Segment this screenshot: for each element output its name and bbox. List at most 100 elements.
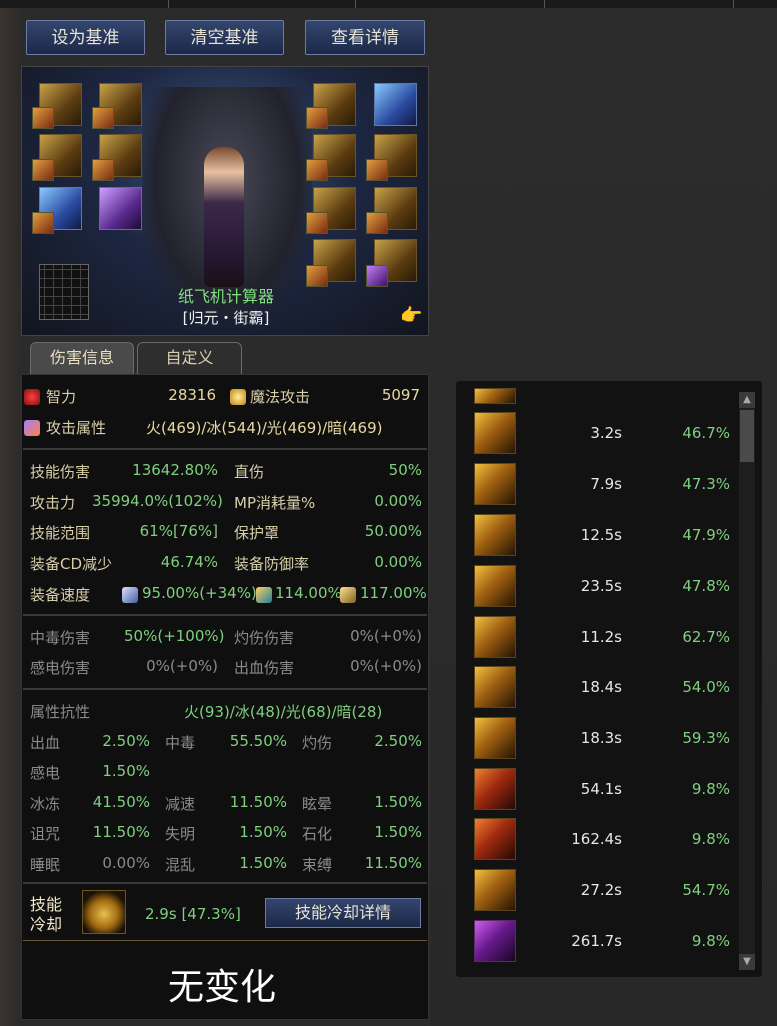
- divider: [23, 882, 427, 884]
- curse-resist-value: 11.50%: [92, 823, 150, 841]
- cooldown-value: 2.9s [47.3%]: [145, 905, 241, 923]
- burn-damage-value: 0%(+0%): [350, 627, 422, 645]
- enchant-icon: [32, 212, 54, 234]
- blind-resist-value: 1.50%: [239, 823, 287, 841]
- slash-skill-icon: [474, 412, 516, 454]
- skill-cooldown-time: 7.9s: [590, 475, 622, 493]
- bleed-damage-label: 出血伤害: [234, 659, 295, 677]
- shock-damage-label: 感电伤害: [30, 659, 91, 677]
- tab-damage-info[interactable]: 伤害信息: [30, 342, 134, 374]
- skill-cooldown-percent: 47.8%: [682, 577, 730, 595]
- character-avatar: [204, 147, 244, 287]
- bleed-resist-value: 2.50%: [102, 732, 150, 750]
- shock-resist-value: 1.50%: [102, 762, 150, 780]
- equipment-slot-pet[interactable]: [374, 83, 417, 126]
- mp-cost-value: 0.00%: [374, 492, 422, 510]
- skill-cooldown-time: 54.1s: [580, 780, 622, 798]
- enchant-icon: [306, 107, 328, 129]
- intelligence-value: 28316: [168, 386, 216, 404]
- skill-cooldown-time: 261.7s: [571, 932, 622, 950]
- move-speed-icon: [340, 587, 356, 603]
- poison-damage-value: 50%(+100%): [124, 627, 225, 645]
- crown-ring-skill-icon: [474, 514, 516, 556]
- skill-cooldown-percent: 54.0%: [682, 678, 730, 696]
- magic-attack-value: 5097: [381, 386, 420, 404]
- freeze-resist-label: 冰冻: [30, 795, 61, 813]
- shield-value: 50.00%: [364, 522, 422, 540]
- view-details-button[interactable]: 查看详情: [305, 20, 425, 55]
- vortex-skill-icon: [474, 717, 516, 759]
- scroll-down-arrow-icon[interactable]: ▼: [739, 954, 755, 970]
- attack-speed-value: 95.00%(+34%): [142, 584, 257, 602]
- flame-skill-icon: [474, 818, 516, 860]
- skill-cooldown-time: 18.4s: [580, 678, 622, 696]
- direct-damage-value: 50%: [388, 461, 422, 479]
- pillar-skill-icon: [474, 463, 516, 505]
- skill-cooldown-percent: 9.8%: [691, 830, 730, 848]
- sleep-resist-value: 0.00%: [102, 854, 150, 872]
- slow-resist-value: 11.50%: [229, 793, 287, 811]
- partial-skill-icon: [474, 388, 516, 404]
- attack-power-label: 攻击力: [30, 494, 76, 512]
- equipment-slot-avatar[interactable]: [99, 187, 142, 230]
- top-strip: [0, 0, 777, 8]
- scrollbar[interactable]: ▲ ▼: [739, 392, 755, 970]
- slow-resist-label: 减速: [165, 795, 196, 813]
- direct-damage-label: 直伤: [234, 463, 265, 481]
- bleed-resist-label: 出血: [30, 734, 61, 752]
- enchant-icon: [366, 212, 388, 234]
- skill-range-label: 技能范围: [30, 524, 91, 542]
- enchant-icon: [92, 159, 114, 181]
- magic-attack-icon: [230, 389, 246, 405]
- bind-resist-value: 11.50%: [364, 854, 422, 872]
- bomb-skill-icon: [82, 890, 126, 934]
- set-baseline-button[interactable]: 设为基准: [26, 20, 145, 55]
- attribute-resist-label: 属性抗性: [30, 703, 91, 721]
- attack-attribute-value: 火(469)/冰(544)/光(469)/暗(469): [146, 419, 383, 437]
- top-tab[interactable]: [356, 0, 545, 8]
- skill-cooldown-percent: 9.8%: [691, 780, 730, 798]
- skill-cooldown-time: 23.5s: [580, 577, 622, 595]
- top-tab[interactable]: [169, 0, 356, 8]
- cooldown-details-button[interactable]: 技能冷却详情: [265, 898, 421, 928]
- whirlwind-skill-icon: [474, 565, 516, 607]
- burn-damage-label: 灼伤伤害: [234, 629, 295, 647]
- beast-skill-icon: [474, 768, 516, 810]
- magic-attack-label: 魔法攻击: [250, 388, 311, 406]
- move-speed-value: 117.00%: [360, 584, 427, 602]
- skill-damage-value: 13642.80%: [132, 461, 218, 479]
- skill-cooldown-time: 18.3s: [580, 729, 622, 747]
- character-name: 纸飞机计算器: [177, 287, 274, 306]
- shock-resist-label: 感电: [30, 764, 61, 782]
- spiral-skill-icon: [474, 616, 516, 658]
- tab-custom[interactable]: 自定义: [137, 342, 242, 374]
- divider: [23, 614, 427, 616]
- character-title: [归元・街霸]: [182, 309, 270, 327]
- skill-cooldown-percent: 54.7%: [682, 881, 730, 899]
- petrify-resist-value: 1.50%: [374, 823, 422, 841]
- equip-defense-label: 装备防御率: [234, 555, 310, 573]
- intelligence-label: 智力: [46, 388, 77, 406]
- pointing-hand-icon[interactable]: 👉: [400, 305, 422, 326]
- bleed-damage-value: 0%(+0%): [350, 657, 422, 675]
- scrollbar-thumb[interactable]: [740, 410, 754, 462]
- skill-cooldown-percent: 9.8%: [691, 932, 730, 950]
- equip-cd-value: 46.74%: [160, 553, 218, 571]
- cast-speed-value: 114.00%: [275, 584, 342, 602]
- scroll-up-arrow-icon[interactable]: ▲: [739, 392, 755, 408]
- poison-resist-label: 中毒: [165, 734, 196, 752]
- top-tab[interactable]: [0, 0, 169, 8]
- poison-damage-label: 中毒伤害: [30, 629, 91, 647]
- character-panel: 纸飞机计算器 [归元・街霸] 👉: [21, 66, 429, 336]
- top-tab[interactable]: [545, 0, 734, 8]
- clear-baseline-button[interactable]: 清空基准: [165, 20, 284, 55]
- attack-attribute-label: 攻击属性: [46, 419, 107, 437]
- curse-resist-label: 诅咒: [30, 825, 61, 843]
- enchant-icon: [32, 107, 54, 129]
- shield-label: 保护罩: [234, 524, 280, 542]
- freeze-resist-value: 41.50%: [92, 793, 150, 811]
- blind-resist-label: 失明: [165, 825, 196, 843]
- skill-cooldown-percent: 62.7%: [682, 628, 730, 646]
- divider: [23, 688, 427, 690]
- skill-range-value: 61%[76%]: [139, 522, 218, 540]
